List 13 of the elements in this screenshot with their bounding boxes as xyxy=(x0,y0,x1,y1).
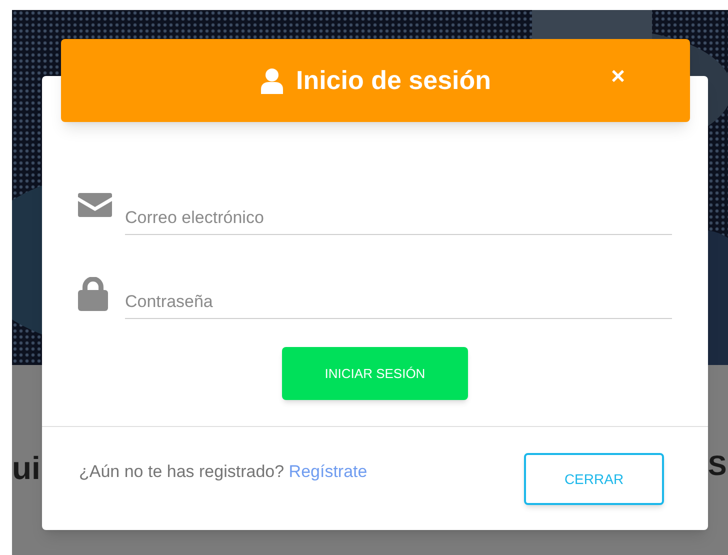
close-button[interactable]: × xyxy=(607,65,630,89)
register-prompt: ¿Aún no te has registrado? Regístrate xyxy=(79,461,368,483)
lock-icon xyxy=(78,277,108,311)
input-field[interactable]: Correo electrónico xyxy=(125,201,672,235)
register-link[interactable]: Regístrate xyxy=(288,462,368,481)
user-icon xyxy=(260,68,284,94)
envelope-icon xyxy=(78,193,112,217)
modal-title: Inicio de sesión xyxy=(296,64,492,97)
heading-text: S xyxy=(708,452,727,480)
close-button[interactable]: CERRAR xyxy=(524,453,664,505)
login-button[interactable]: INICIAR SESIÓN xyxy=(282,347,468,400)
heading-text: ui xyxy=(12,452,40,484)
input-field[interactable]: Contraseña xyxy=(125,285,672,319)
